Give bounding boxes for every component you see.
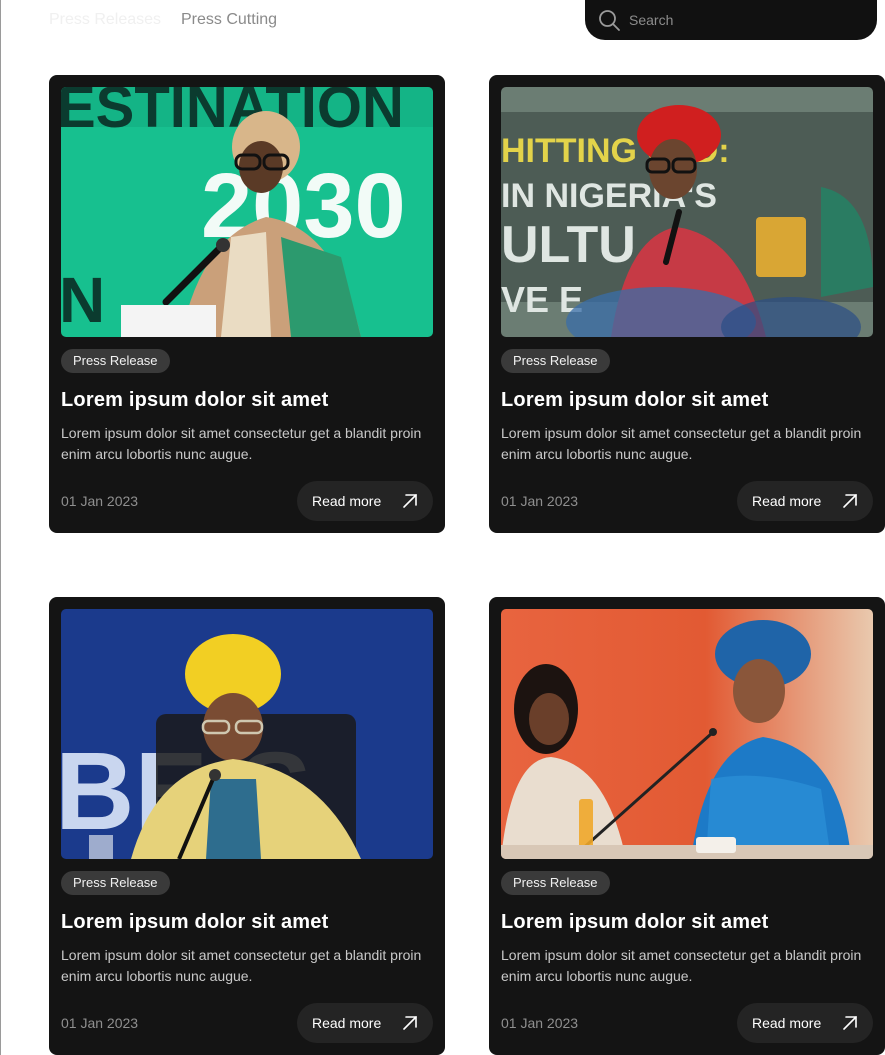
press-card[interactable]: HITTING OLD: IN NIGERIA'S ULTU VE E Pres…: [489, 75, 885, 533]
category-badge: Press Release: [501, 871, 610, 895]
card-title[interactable]: Lorem ipsum dolor sit amet: [501, 909, 768, 935]
arrow-up-right-icon: [843, 1016, 857, 1030]
press-card-photo: [501, 609, 873, 859]
press-card[interactable]: Press Release Lorem ipsum dolor sit amet…: [489, 597, 885, 1055]
read-more-label: Read more: [312, 493, 382, 509]
read-more-button[interactable]: Read more: [297, 481, 433, 521]
photo-banner-line-3: ULTU: [501, 216, 636, 274]
card-date: 01 Jan 2023: [501, 493, 579, 509]
category-badge: Press Release: [501, 349, 610, 373]
arrow-up-right-icon: [843, 494, 857, 508]
read-more-label: Read more: [752, 493, 822, 509]
card-date: 01 Jan 2023: [61, 493, 139, 509]
press-card-photo: BE S: [61, 609, 433, 859]
search-icon: [599, 10, 620, 31]
tab-press-cutting[interactable]: Press Cutting: [181, 10, 277, 30]
card-excerpt: Lorem ipsum dolor sit amet consectetur g…: [501, 425, 862, 462]
read-more-label: Read more: [312, 1015, 382, 1031]
arrow-up-right-icon: [403, 494, 417, 508]
search-input[interactable]: [629, 12, 859, 28]
tab-press-releases[interactable]: Press Releases: [49, 10, 161, 30]
card-title[interactable]: Lorem ipsum dolor sit amet: [61, 387, 328, 413]
page-left-border: [0, 0, 1, 1055]
read-more-label: Read more: [752, 1015, 822, 1031]
arrow-up-right-icon: [403, 1016, 417, 1030]
card-title[interactable]: Lorem ipsum dolor sit amet: [501, 387, 768, 413]
press-card-photo: HITTING OLD: IN NIGERIA'S ULTU VE E: [501, 87, 873, 337]
category-badge: Press Release: [61, 871, 170, 895]
press-card-photo: ESTINATION 2030 N: [61, 87, 433, 337]
read-more-button[interactable]: Read more: [297, 1003, 433, 1043]
card-date: 01 Jan 2023: [61, 1015, 139, 1031]
read-more-button[interactable]: Read more: [737, 1003, 873, 1043]
card-excerpt: Lorem ipsum dolor sit amet consectetur g…: [61, 425, 422, 462]
card-date: 01 Jan 2023: [501, 1015, 579, 1031]
read-more-button[interactable]: Read more: [737, 481, 873, 521]
photo-banner-text: ESTINATION: [61, 87, 404, 140]
card-excerpt: Lorem ipsum dolor sit amet consectetur g…: [501, 947, 862, 984]
search-bar[interactable]: [585, 0, 877, 40]
card-excerpt: Lorem ipsum dolor sit amet consectetur g…: [61, 947, 422, 984]
press-card[interactable]: ESTINATION 2030 N Press Release Lorem ip…: [49, 75, 445, 533]
photo-letter-text: N: [61, 264, 105, 336]
press-card[interactable]: BE S Press Release Lorem ipsum dolor sit…: [49, 597, 445, 1055]
category-badge: Press Release: [61, 349, 170, 373]
card-title[interactable]: Lorem ipsum dolor sit amet: [61, 909, 328, 935]
